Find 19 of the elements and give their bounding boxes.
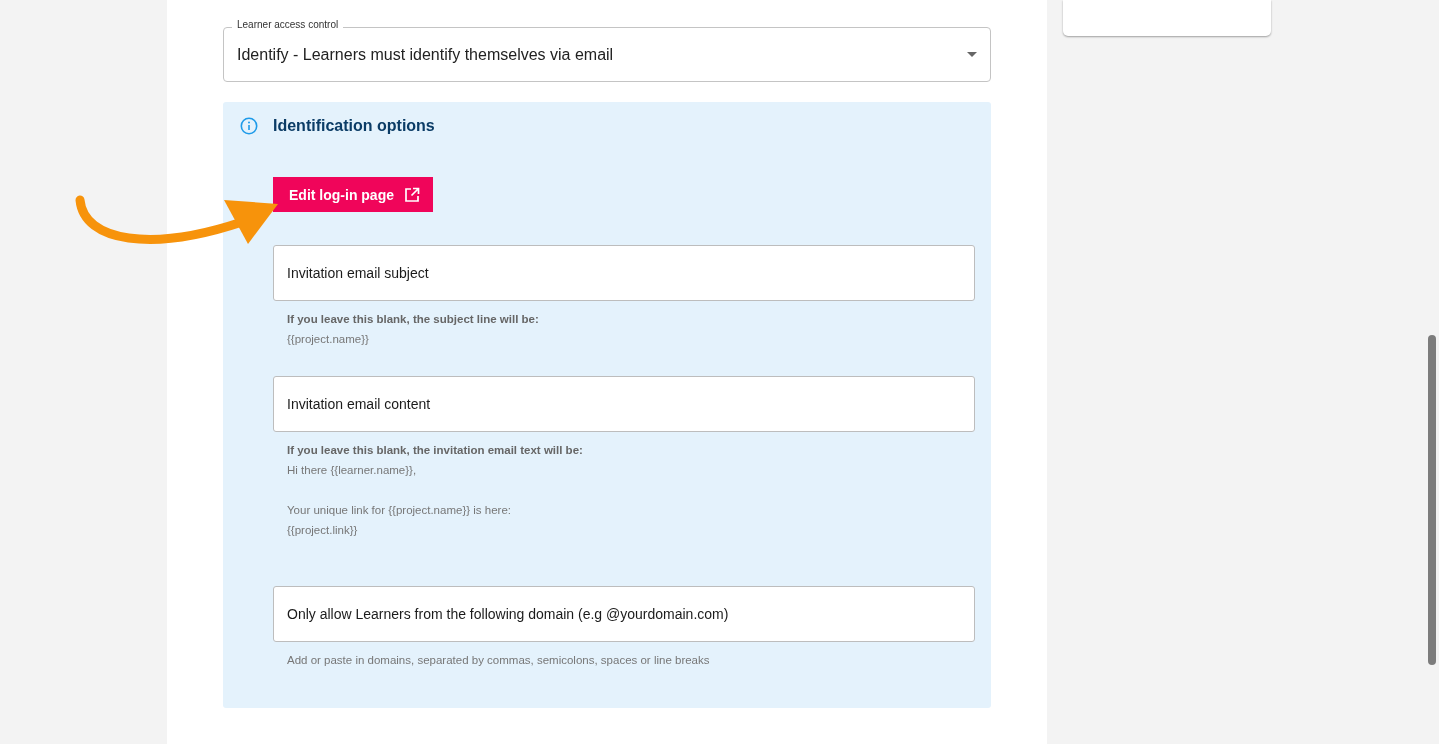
text-field[interactable]: Invitation email subject <box>273 245 975 301</box>
helper-text: Hi there {{learner.name}}, <box>287 463 418 478</box>
helper-text: Your unique link for {{project.name}} is here: <box>287 503 512 518</box>
panel-title: Identification options <box>273 117 435 135</box>
helper-title: If you leave this blank, the subject line will be: <box>287 312 540 327</box>
select-value: Identify - Learners must identify themselves via email <box>237 45 615 64</box>
helper-text: {{project.name}} <box>287 332 370 347</box>
caret-icon <box>967 52 977 57</box>
helper-text: {{project.link}} <box>287 523 359 538</box>
external-link-icon <box>404 186 420 203</box>
text-field[interactable]: Invitation email content <box>273 376 975 432</box>
edit-login-button[interactable]: Edit log-in page <box>273 177 433 212</box>
select-label: Learner access control <box>232 19 344 30</box>
text-field[interactable]: Only allow Learners from the following domain (e.g @yourdomain.com) <box>273 586 975 642</box>
access-control-select[interactable]: Identify - Learners must identify themselves via email <box>223 27 991 82</box>
info-icon <box>240 117 258 135</box>
scrollbar-thumb[interactable] <box>1428 335 1436 665</box>
helper-text: Add or paste in domains, separated by commas, semicolons, spaces or line breaks <box>287 653 711 668</box>
helper-title: If you leave this blank, the invitation email text will be: <box>287 443 584 458</box>
